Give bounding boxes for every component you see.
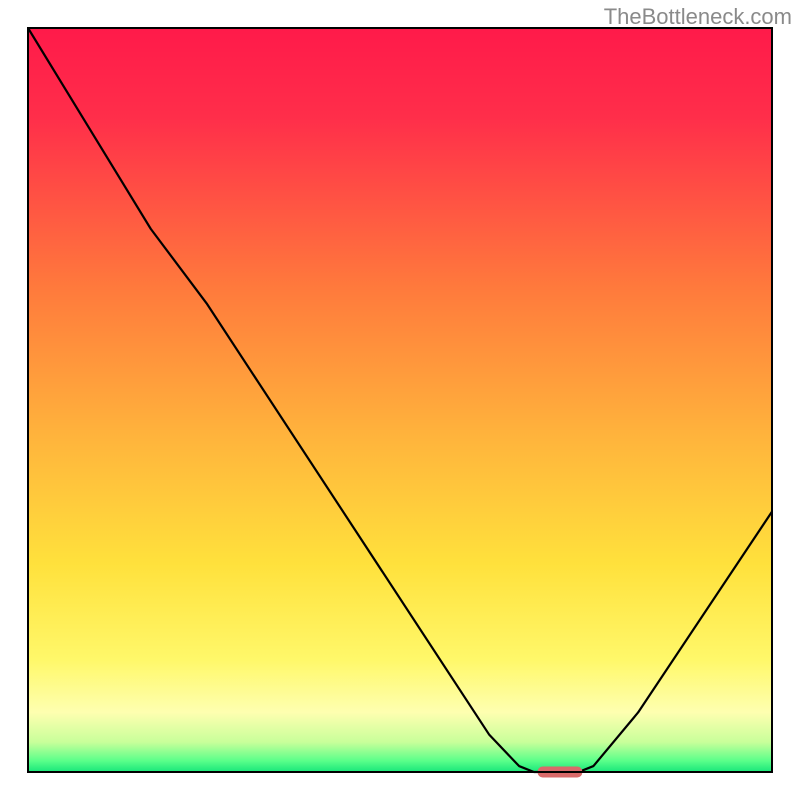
chart-canvas bbox=[0, 0, 800, 800]
bottleneck-chart: TheBottleneck.com bbox=[0, 0, 800, 800]
watermark-text: TheBottleneck.com bbox=[604, 4, 792, 30]
plot-background bbox=[28, 28, 772, 772]
